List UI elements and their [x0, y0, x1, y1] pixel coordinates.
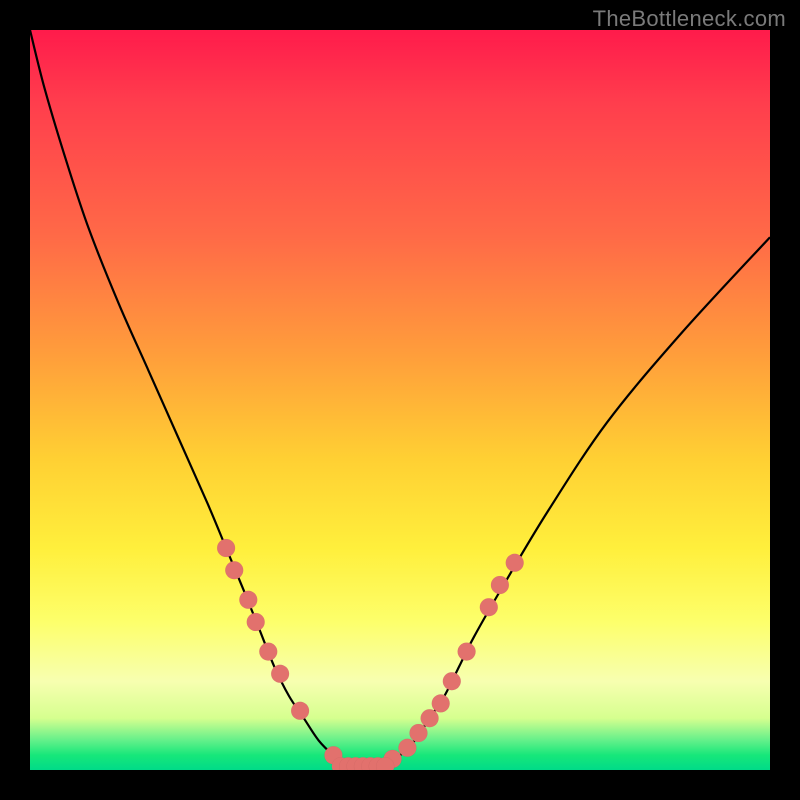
data-point [410, 724, 428, 742]
data-point [239, 591, 257, 609]
data-point [432, 694, 450, 712]
data-point [491, 576, 509, 594]
data-point [443, 672, 461, 690]
data-point [291, 702, 309, 720]
data-point [458, 643, 476, 661]
chart-frame: TheBottleneck.com [0, 0, 800, 800]
data-point [271, 665, 289, 683]
data-point [259, 643, 277, 661]
data-point [421, 709, 439, 727]
plot-area [30, 30, 770, 770]
chart-overlay [30, 30, 770, 770]
data-point [506, 554, 524, 572]
data-point [217, 539, 235, 557]
data-point [247, 613, 265, 631]
data-point [225, 561, 243, 579]
bottleneck-curve [30, 30, 770, 767]
data-point [480, 598, 498, 616]
data-points [217, 539, 524, 770]
data-point [398, 739, 416, 757]
watermark-text: TheBottleneck.com [593, 6, 786, 32]
